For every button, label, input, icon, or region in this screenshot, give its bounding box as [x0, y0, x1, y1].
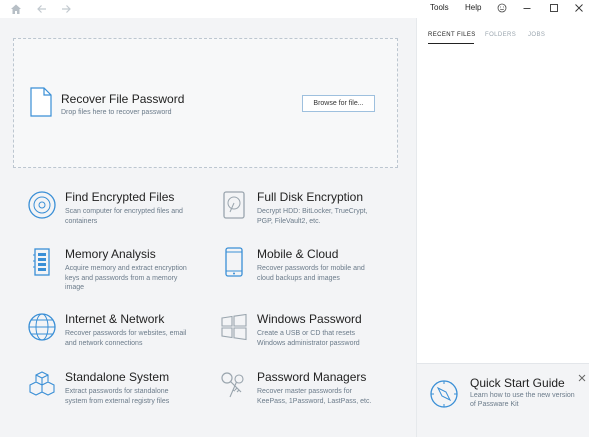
keys-icon	[219, 370, 249, 400]
minimize-icon[interactable]	[520, 1, 534, 15]
tile-full-disk-encryption[interactable]: Full Disk Encryption Decrypt HDD: BitLoc…	[219, 190, 409, 248]
tile-title: Find Encrypted Files	[65, 190, 175, 204]
tile-title: Mobile & Cloud	[257, 247, 339, 261]
file-drop-zone[interactable]: Recover File Password Drop files here to…	[13, 38, 398, 168]
tile-title: Windows Password	[257, 312, 362, 326]
tile-description: Decrypt HDD: BitLocker, TrueCrypt, PGP, …	[257, 208, 368, 225]
help-menu[interactable]: Help	[465, 3, 481, 12]
tools-menu[interactable]: Tools	[430, 3, 449, 12]
cubes-icon	[27, 370, 57, 400]
windows-icon	[219, 312, 249, 342]
disc-icon	[27, 190, 57, 220]
tile-description: Scan computer for encrypted files and co…	[65, 208, 183, 225]
tab-jobs[interactable]: JOBS	[528, 32, 545, 38]
tile-title: Full Disk Encryption	[257, 190, 364, 204]
title-bar: Tools Help	[0, 0, 589, 18]
memory-icon	[27, 247, 57, 277]
recover-file-title: Recover File Password	[61, 92, 185, 106]
tile-memory-analysis[interactable]: Memory Analysis Acquire memory and extra…	[27, 247, 217, 305]
quick-start-description: Learn how to use the new version of Pass…	[470, 392, 575, 408]
close-icon[interactable]	[572, 1, 586, 15]
tile-title: Standalone System	[65, 370, 170, 384]
quick-start-title: Quick Start Guide	[470, 376, 565, 390]
maximize-icon[interactable]	[547, 1, 561, 15]
tile-title: Password Managers	[257, 370, 367, 384]
arrow-left-icon[interactable]	[35, 2, 49, 16]
tile-find-encrypted-files[interactable]: Find Encrypted Files Scan computer for e…	[27, 190, 217, 248]
tile-windows-password[interactable]: Windows Password Create a USB or CD that…	[219, 312, 409, 370]
tab-folders[interactable]: FOLDERS	[485, 32, 516, 38]
tile-description: Recover passwords for mobile and cloud b…	[257, 265, 365, 282]
tile-description: Create a USB or CD that resets Windows a…	[257, 330, 360, 347]
tile-description: Acquire memory and extract encryption ke…	[65, 265, 187, 291]
globe-icon	[27, 312, 57, 342]
tile-description: Extract passwords for standalone system …	[65, 388, 170, 405]
main-pane: Recover File Password Drop files here to…	[0, 18, 416, 437]
tile-description: Recover passwords for websites, email an…	[65, 330, 187, 347]
recover-file-subtitle: Drop files here to recover password	[61, 109, 172, 116]
tile-description: Recover master passwords for KeePass, 1P…	[257, 388, 372, 405]
tab-recent-files[interactable]: RECENT FILES	[428, 32, 476, 38]
tile-internet-network[interactable]: Internet & Network Recover passwords for…	[27, 312, 217, 370]
browse-file-button[interactable]: Browse for file...	[302, 95, 375, 112]
file-icon	[30, 87, 52, 117]
side-pane: RECENT FILES FOLDERS JOBS Quick Start Gu…	[416, 18, 589, 437]
home-icon[interactable]	[9, 2, 23, 16]
close-icon[interactable]	[577, 370, 587, 382]
mobile-icon	[219, 247, 249, 277]
tile-password-managers[interactable]: Password Managers Recover master passwor…	[219, 370, 409, 428]
tile-standalone-system[interactable]: Standalone System Extract passwords for …	[27, 370, 217, 428]
quick-start-guide-panel[interactable]: Quick Start Guide Learn how to use the n…	[417, 363, 589, 437]
tile-title: Memory Analysis	[65, 247, 156, 261]
smiley-icon[interactable]	[495, 1, 509, 15]
tile-mobile-cloud[interactable]: Mobile & Cloud Recover passwords for mob…	[219, 247, 409, 305]
hard-disk-icon	[219, 190, 249, 220]
tile-title: Internet & Network	[65, 312, 165, 326]
active-tab-underline	[428, 43, 474, 44]
compass-icon	[429, 379, 459, 409]
arrow-right-icon[interactable]	[59, 2, 73, 16]
